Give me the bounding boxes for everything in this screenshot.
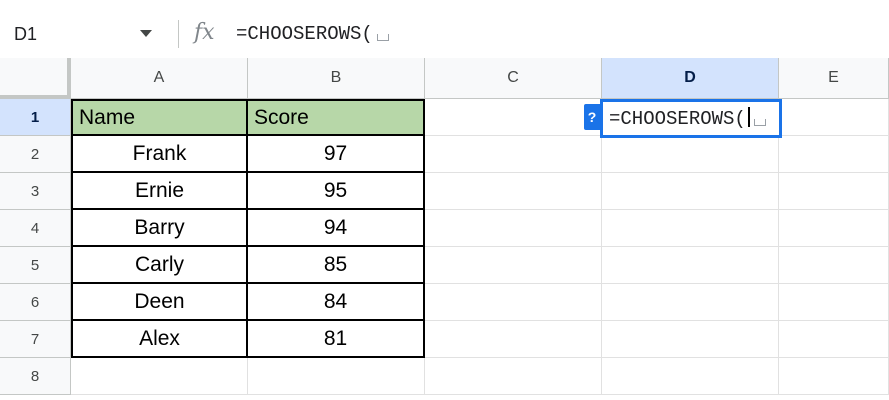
cell-e6[interactable] — [779, 284, 889, 321]
cell-d7[interactable] — [602, 321, 779, 358]
cell-d3[interactable] — [602, 173, 779, 210]
cell-e5[interactable] — [779, 247, 889, 284]
formula-text: =CHOOSEROWS( — [236, 23, 373, 45]
cell-d8[interactable] — [602, 358, 779, 395]
select-all-corner[interactable] — [0, 58, 71, 99]
cell-c3[interactable] — [425, 173, 602, 210]
formula-input[interactable]: =CHOOSEROWS( — [236, 23, 389, 45]
cell-c7[interactable] — [425, 321, 602, 358]
cell-c6[interactable] — [425, 284, 602, 321]
formula-bar: D1 fx =CHOOSEROWS( — [0, 10, 889, 58]
cell-d4[interactable] — [602, 210, 779, 247]
cell-a6[interactable]: Deen — [71, 284, 248, 321]
column-header-d[interactable]: D — [602, 58, 779, 99]
cell-e7[interactable] — [779, 321, 889, 358]
cell-b8[interactable] — [248, 358, 425, 395]
cell-editor-text: =CHOOSEROWS( — [609, 108, 746, 130]
cell-b7[interactable]: 81 — [248, 321, 425, 358]
text-caret — [747, 107, 750, 127]
space-marker-icon — [376, 34, 389, 41]
cell-b2[interactable]: 97 — [248, 136, 425, 173]
formula-help-button[interactable]: ? — [584, 104, 600, 130]
cell-b1[interactable]: Score — [248, 99, 425, 136]
cell-e3[interactable] — [779, 173, 889, 210]
row-header-4[interactable]: 4 — [0, 210, 71, 247]
cell-d5[interactable] — [602, 247, 779, 284]
cell-a3[interactable]: Ernie — [71, 173, 248, 210]
row-header-7[interactable]: 7 — [0, 321, 71, 358]
cell-b5[interactable]: 85 — [248, 247, 425, 284]
space-marker-icon — [753, 119, 766, 126]
cell-e2[interactable] — [779, 136, 889, 173]
formula-bar-divider — [178, 20, 179, 48]
cell-d2[interactable] — [602, 136, 779, 173]
cell-a7[interactable]: Alex — [71, 321, 248, 358]
cell-e1[interactable] — [779, 99, 889, 136]
cell-c2[interactable] — [425, 136, 602, 173]
cell-d6[interactable] — [602, 284, 779, 321]
cell-b6[interactable]: 84 — [248, 284, 425, 321]
column-header-e[interactable]: E — [779, 58, 889, 99]
chevron-down-icon[interactable] — [140, 30, 152, 37]
row-header-1[interactable]: 1 — [0, 99, 71, 136]
column-header-b[interactable]: B — [248, 58, 425, 99]
cell-c1[interactable] — [425, 99, 602, 136]
cell-a4[interactable]: Barry — [71, 210, 248, 247]
name-box[interactable]: D1 — [14, 24, 37, 45]
cell-e8[interactable] — [779, 358, 889, 395]
cell-a1[interactable]: Name — [71, 99, 248, 136]
cell-b3[interactable]: 95 — [248, 173, 425, 210]
cell-a5[interactable]: Carly — [71, 247, 248, 284]
cell-c4[interactable] — [425, 210, 602, 247]
cell-c8[interactable] — [425, 358, 602, 395]
fx-icon: fx — [194, 20, 215, 45]
row-header-5[interactable]: 5 — [0, 247, 71, 284]
cell-c5[interactable] — [425, 247, 602, 284]
cell-e4[interactable] — [779, 210, 889, 247]
cell-b4[interactable]: 94 — [248, 210, 425, 247]
row-header-2[interactable]: 2 — [0, 136, 71, 173]
column-header-a[interactable]: A — [71, 58, 248, 99]
cell-a2[interactable]: Frank — [71, 136, 248, 173]
row-header-3[interactable]: 3 — [0, 173, 71, 210]
row-header-6[interactable]: 6 — [0, 284, 71, 321]
active-cell-editor[interactable]: =CHOOSEROWS( — [600, 99, 782, 138]
column-header-c[interactable]: C — [425, 58, 602, 99]
row-header-8[interactable]: 8 — [0, 358, 71, 395]
cell-a8[interactable] — [71, 358, 248, 395]
